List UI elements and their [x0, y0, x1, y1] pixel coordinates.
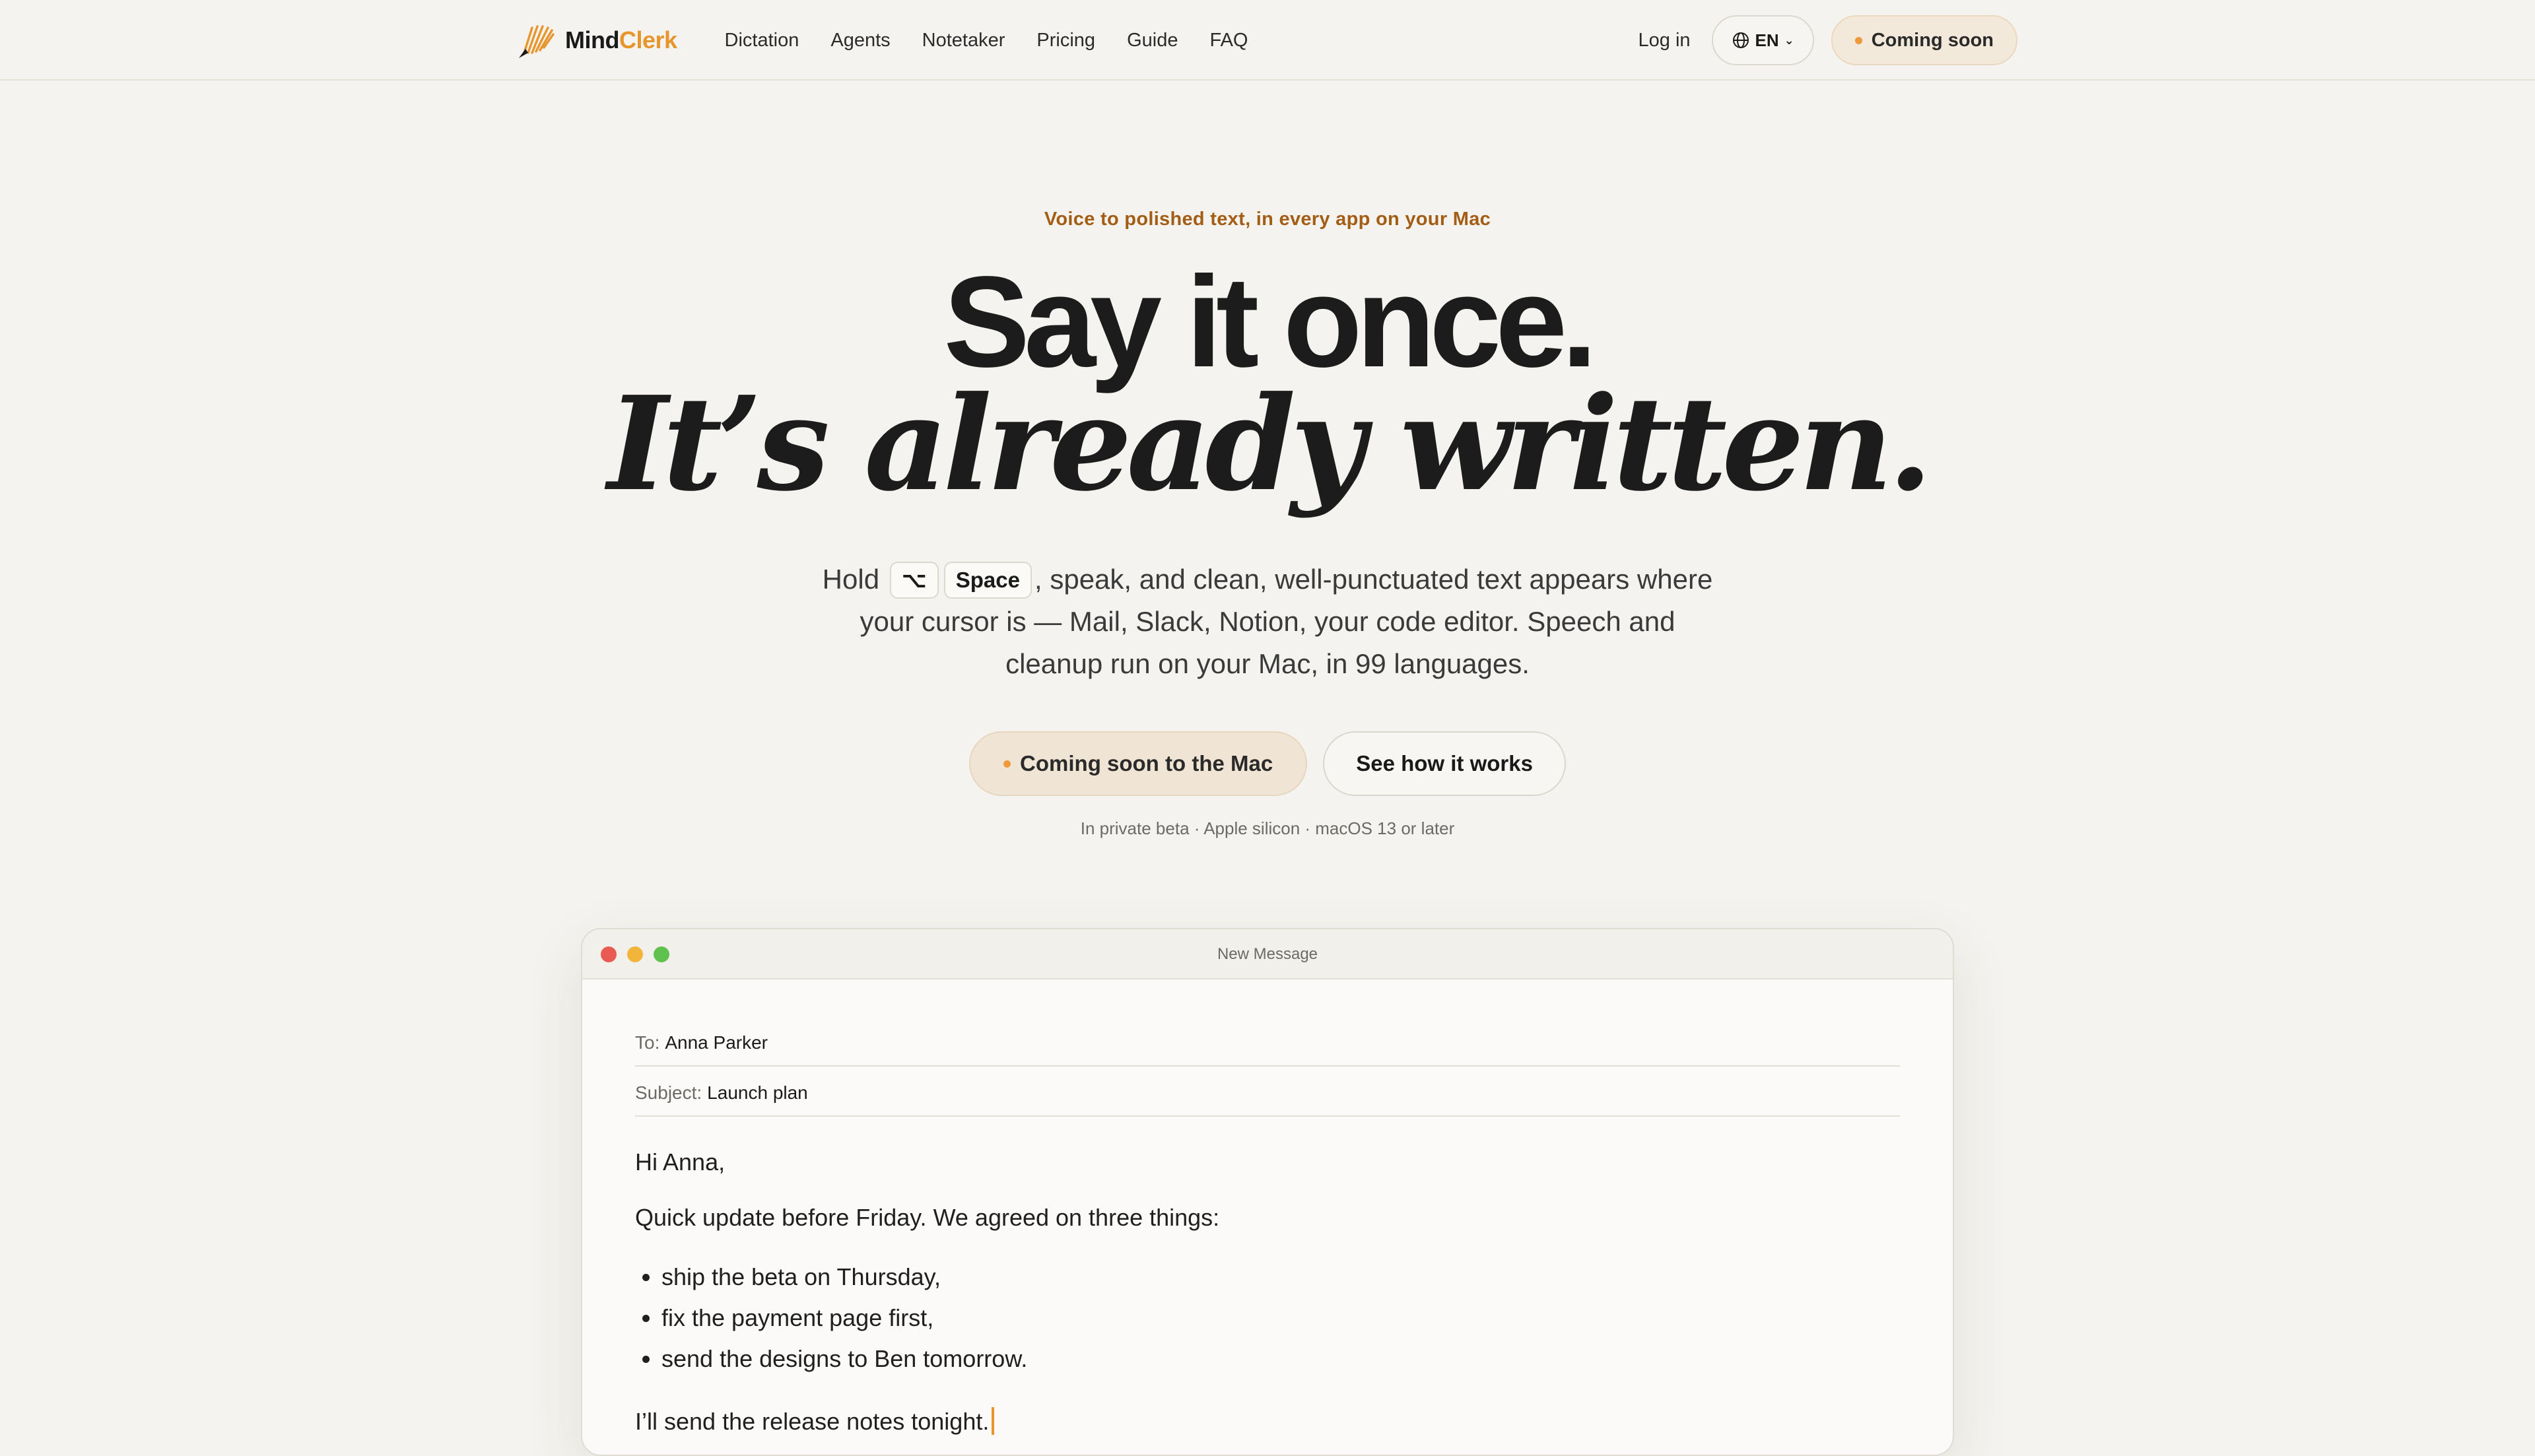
list-item: fix the payment page first,: [661, 1298, 1900, 1339]
language-label: EN: [1755, 30, 1779, 50]
logo-wordmark-clerk: Clerk: [619, 26, 677, 53]
lede-prefix: Hold: [822, 564, 880, 595]
window-title: New Message: [1217, 945, 1318, 963]
logo[interactable]: MindClerk: [515, 0, 677, 81]
window-titlebar: New Message: [582, 929, 1953, 979]
mail-window: New Message To: Anna Parker Subject: Lau…: [581, 928, 1954, 1456]
zoom-window-icon[interactable]: [654, 946, 669, 962]
close-window-icon[interactable]: [601, 946, 617, 962]
header-actions: Log in EN ⌄ Coming soon: [1639, 15, 2017, 65]
cta-primary-label: Coming soon to the Mac: [1020, 751, 1273, 776]
logo-icon: [519, 25, 555, 58]
hero-eyebrow: Voice to polished text, in every app on …: [1044, 209, 1491, 230]
minimize-window-icon[interactable]: [627, 946, 643, 962]
message-list: ship the beta on Thursday, fix the payme…: [635, 1257, 1900, 1379]
space-key: Space: [943, 562, 1032, 599]
message-greeting: Hi Anna,: [635, 1148, 726, 1175]
logo-wordmark: MindClerk: [565, 26, 677, 54]
logo-wordmark-mind: Mind: [565, 26, 619, 53]
coming-soon-label: Coming soon: [1871, 29, 1994, 51]
text-cursor: [992, 1407, 995, 1435]
list-item: send the designs to Ben tomorrow.: [661, 1339, 1900, 1379]
globe-icon: [1732, 32, 1749, 48]
hero-fineprint: In private beta · Apple silicon · macOS …: [1080, 818, 1455, 838]
message-editor[interactable]: Hi Anna, Quick update before Friday. We …: [635, 1148, 1900, 1436]
hero-headline-line1: Say it once.: [943, 249, 1597, 394]
traffic-lights: [601, 946, 680, 962]
login-link[interactable]: Log in: [1639, 30, 1691, 51]
nav-item-agents[interactable]: Agents: [830, 30, 890, 51]
list-item: ship the beta on Thursday,: [661, 1257, 1900, 1298]
coming-soon-button[interactable]: Coming soon: [1831, 15, 2017, 65]
nav-item-faq[interactable]: FAQ: [1209, 30, 1248, 51]
status-dot-icon: [1854, 36, 1862, 44]
see-how-it-works-button[interactable]: See how it works: [1323, 731, 1566, 796]
nav-item-dictation[interactable]: Dictation: [725, 30, 799, 51]
mail-compose-body: To: Anna Parker Subject: Launch plan Hi …: [582, 979, 1953, 1436]
message-closing: I’ll send the release notes tonight.: [635, 1408, 990, 1435]
main-nav: Dictation Agents Notetaker Pricing Guide…: [725, 30, 1280, 51]
to-label: To:: [635, 1032, 660, 1053]
nav-item-notetaker[interactable]: Notetaker: [922, 30, 1005, 51]
subject-value: Launch plan: [707, 1082, 808, 1103]
hero-headline-line2: It’s already written.: [607, 368, 1933, 520]
subject-label: Subject:: [635, 1082, 702, 1103]
language-selector[interactable]: EN ⌄: [1711, 15, 1814, 65]
option-key: ⌥: [889, 562, 939, 599]
to-field[interactable]: To: Anna Parker: [635, 979, 1900, 1067]
nav-item-pricing[interactable]: Pricing: [1036, 30, 1095, 51]
message-intro: Quick update before Friday. We agreed on…: [635, 1204, 1220, 1231]
cta-secondary-label: See how it works: [1356, 751, 1533, 776]
top-navigation-bar: MindClerk Dictation Agents Notetaker Pri…: [0, 0, 2535, 81]
subject-field[interactable]: Subject: Launch plan: [635, 1067, 1900, 1117]
header-inner: MindClerk Dictation Agents Notetaker Pri…: [515, 0, 2017, 81]
nav-item-guide[interactable]: Guide: [1127, 30, 1178, 51]
status-dot-icon: [1003, 760, 1011, 768]
coming-soon-mac-button[interactable]: Coming soon to the Mac: [969, 731, 1308, 796]
to-value: Anna Parker: [665, 1032, 768, 1053]
chevron-down-icon: ⌄: [1784, 33, 1794, 47]
hero-cta-row: Coming soon to the Mac See how it works: [0, 731, 2535, 796]
message-closing-line: I’ll send the release notes tonight.: [635, 1407, 1900, 1436]
hero-description: Hold ⌥ Space, speak, and clean, well-punc…: [819, 558, 1716, 685]
